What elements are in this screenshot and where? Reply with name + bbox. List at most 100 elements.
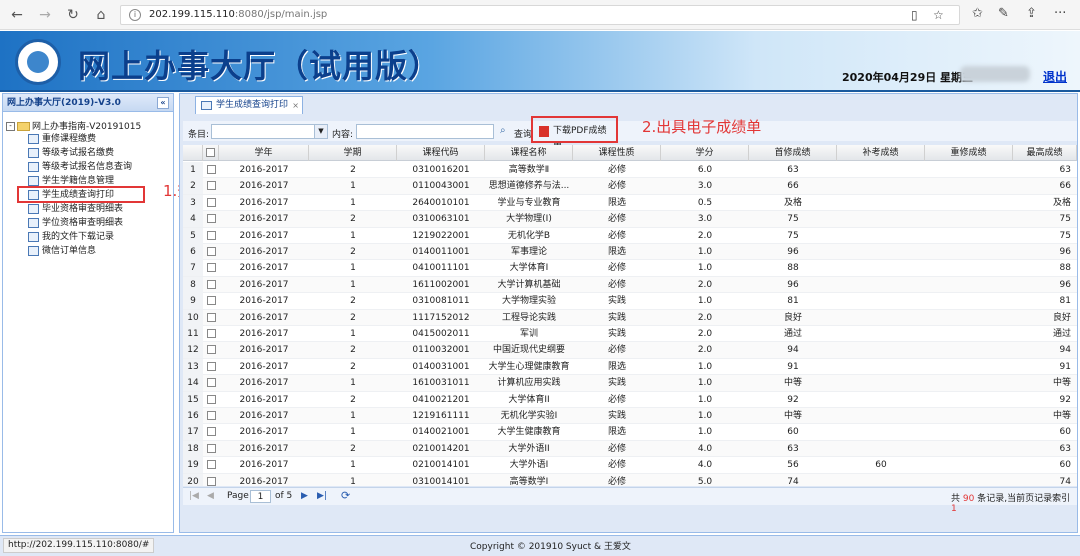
col-header[interactable]: 课程代码 xyxy=(397,145,485,161)
col-header[interactable]: 最高成绩 xyxy=(1013,145,1077,161)
row-checkbox[interactable] xyxy=(203,392,219,408)
sidebar-item-retake-fee[interactable]: 重修课程缴费 xyxy=(28,132,96,146)
chevron-down-icon[interactable]: ▼ xyxy=(314,125,327,138)
table-row[interactable]: 13 2016-2017 2 0140031001 大学生心理健康教育 限选 1.0 91 91 xyxy=(183,358,1077,376)
table-row[interactable]: 9 2016-2017 2 0310081011 大学物理实验 实践 1.0 81 81 xyxy=(183,293,1077,310)
table-cell: 94 xyxy=(787,345,799,356)
refresh-grid-icon[interactable]: ⟳ xyxy=(341,489,350,502)
table-row[interactable]: 12 2016-2017 2 0110032001 中国近现代史纲要 必修 2.0 94 94 xyxy=(183,342,1077,359)
row-checkbox[interactable] xyxy=(203,474,219,486)
table-row[interactable]: 1 2016-2017 2 0310016201 高等数学Ⅱ 必修 6.0 63 63 xyxy=(183,162,1077,179)
col-header[interactable]: 首修成绩 xyxy=(749,145,837,161)
row-checkbox[interactable] xyxy=(203,408,219,424)
table-row[interactable]: 4 2016-2017 2 0310063101 大学物理(I) 必修 3.0 75 75 xyxy=(183,211,1077,228)
condition-select[interactable]: ▼ xyxy=(211,124,328,139)
col-header[interactable]: 课程名称 xyxy=(485,145,573,161)
share-icon[interactable]: ⇪ xyxy=(1026,6,1037,21)
sidebar-item-degree-review[interactable]: 学位资格审查明细表 xyxy=(28,216,123,230)
table-row[interactable]: 3 2016-2017 1 2640010101 学业与专业教育 限选 0.5 及格 及格 xyxy=(183,194,1077,212)
col-header[interactable]: 学分 xyxy=(661,145,749,161)
search-icon[interactable]: ⌕ xyxy=(500,125,506,136)
pen-icon[interactable]: ✎ xyxy=(998,6,1009,21)
tree-root[interactable]: - 网上办事指南-V20191015 xyxy=(6,119,141,132)
query-button[interactable]: 查询 xyxy=(514,127,532,140)
tab-grade-print[interactable]: 学生成绩查询打印 × xyxy=(195,96,303,114)
table-row[interactable]: 14 2016-2017 1 1610031011 计算机应用实践 实践 1.0 中等 中等 xyxy=(183,375,1077,392)
forward-icon[interactable]: → xyxy=(36,6,54,24)
sidebar-item-wechat-orders[interactable]: 微信订单信息 xyxy=(28,244,96,258)
row-checkbox[interactable] xyxy=(203,375,219,391)
col-header[interactable]: 学年 xyxy=(219,145,309,161)
table-row[interactable]: 19 2016-2017 1 0210014101 大学外语I 必修 4.0 56 60 60 xyxy=(183,457,1077,474)
table-cell: 必修 xyxy=(607,214,626,225)
row-checkbox[interactable] xyxy=(203,260,219,276)
content-input[interactable] xyxy=(356,124,494,139)
sidebar-item-downloads[interactable]: 我的文件下载记录 xyxy=(28,230,114,244)
table-row[interactable]: 17 2016-2017 1 0140021001 大学生健康教育 限选 1.0 60 60 xyxy=(183,424,1077,441)
table-cell: 2016-2017 xyxy=(239,427,289,438)
favorites-icon[interactable]: ✩ xyxy=(972,6,983,21)
row-checkbox[interactable] xyxy=(203,195,219,211)
row-checkbox[interactable] xyxy=(203,277,219,293)
row-checkbox[interactable] xyxy=(203,228,219,244)
table-row[interactable]: 8 2016-2017 1 1611002001 大学计算机基础 必修 2.0 96 96 xyxy=(183,276,1077,294)
first-page-icon[interactable]: |◀ xyxy=(189,491,199,501)
next-page-icon[interactable]: ▶ xyxy=(301,491,308,501)
row-checkbox[interactable] xyxy=(203,342,219,358)
star-icon[interactable]: ☆ xyxy=(933,8,944,22)
table-cell: 96 xyxy=(1059,247,1071,257)
select-all-checkbox[interactable] xyxy=(203,145,219,161)
close-icon[interactable]: × xyxy=(292,97,299,114)
tree-toggle-icon[interactable]: - xyxy=(6,122,15,131)
col-header[interactable]: 课程性质 xyxy=(573,145,661,161)
table-row[interactable]: 2 2016-2017 1 0110043001 思想道德修养与法... 必修 3.0 66 6… xyxy=(183,178,1077,195)
row-checkbox[interactable] xyxy=(203,326,219,342)
refresh-icon[interactable]: ↻ xyxy=(64,6,82,24)
row-checkbox[interactable] xyxy=(203,424,219,440)
sidebar-item-graduation-review[interactable]: 毕业资格审查明细表 xyxy=(28,202,123,216)
table-row[interactable]: 18 2016-2017 2 0210014201 大学外语II 必修 4.0 63 63 xyxy=(183,440,1077,458)
row-checkbox[interactable] xyxy=(203,293,219,309)
table-cell: 60 xyxy=(1059,460,1071,471)
page-input[interactable]: 1 xyxy=(250,490,271,503)
collapse-icon[interactable]: « xyxy=(157,97,169,109)
table-row[interactable]: 11 2016-2017 1 0415002011 军训 实践 2.0 通过 通过 xyxy=(183,326,1077,343)
table-row[interactable]: 7 2016-2017 1 0410011101 大学体育I 必修 1.0 88 88 xyxy=(183,260,1077,277)
table-cell: 2.0 xyxy=(697,345,713,356)
rownum-header xyxy=(183,145,203,161)
table-row[interactable]: 20 2016-2017 1 0310014101 高等数学I 必修 5.0 74 74 xyxy=(183,473,1077,486)
condition-label: 条目: xyxy=(188,130,210,140)
row-checkbox[interactable] xyxy=(203,310,219,326)
sidebar-item-exam-query[interactable]: 等级考试报名信息查询 xyxy=(28,160,132,174)
row-checkbox[interactable] xyxy=(203,244,219,260)
table-row[interactable]: 6 2016-2017 2 0140011001 军事理论 限选 1.0 96 96 xyxy=(183,244,1077,261)
row-checkbox[interactable] xyxy=(203,441,219,457)
table-row[interactable]: 10 2016-2017 2 1117152012 工程导论实践 实践 2.0 良好 良好 xyxy=(183,309,1077,326)
site-info-icon[interactable]: i xyxy=(129,9,141,21)
address-bar[interactable]: i 202.199.115.110:8080/jsp/main.jsp ▯ ☆ xyxy=(120,5,960,25)
prev-page-icon[interactable]: ◀ xyxy=(207,491,214,501)
table-cell: 限选 xyxy=(607,427,626,438)
col-header[interactable]: 学期 xyxy=(309,145,397,161)
col-header[interactable]: 重修成绩 xyxy=(925,145,1013,161)
table-cell xyxy=(925,359,1013,375)
back-icon[interactable]: ← xyxy=(8,6,26,24)
table-row[interactable]: 16 2016-2017 1 1219161111 无机化学实验I 实践 1.0 中等 中等 xyxy=(183,408,1077,425)
table-row[interactable]: 5 2016-2017 1 1219022001 无机化学B 必修 2.0 75 75 xyxy=(183,227,1077,244)
row-checkbox[interactable] xyxy=(203,359,219,375)
sidebar-item-exam-fee[interactable]: 等级考试报名缴费 xyxy=(28,146,114,160)
more-icon[interactable]: ··· xyxy=(1054,6,1066,21)
home-icon[interactable]: ⌂ xyxy=(92,6,110,24)
row-checkbox[interactable] xyxy=(203,211,219,227)
table-cell: 2016-2017 xyxy=(239,345,289,356)
col-header[interactable]: 补考成绩 xyxy=(837,145,925,161)
row-checkbox[interactable] xyxy=(203,162,219,178)
copyright: Copyright © 201910 Syuct & 王爱文 xyxy=(470,542,631,552)
document-icon xyxy=(28,231,39,242)
row-checkbox[interactable] xyxy=(203,457,219,473)
row-checkbox[interactable] xyxy=(203,178,219,194)
logout-link[interactable]: 退出 xyxy=(1043,68,1067,85)
last-page-icon[interactable]: ▶| xyxy=(317,491,327,501)
reader-icon[interactable]: ▯ xyxy=(911,8,918,22)
table-row[interactable]: 15 2016-2017 2 0410021201 大学体育II 必修 1.0 92 92 xyxy=(183,391,1077,408)
